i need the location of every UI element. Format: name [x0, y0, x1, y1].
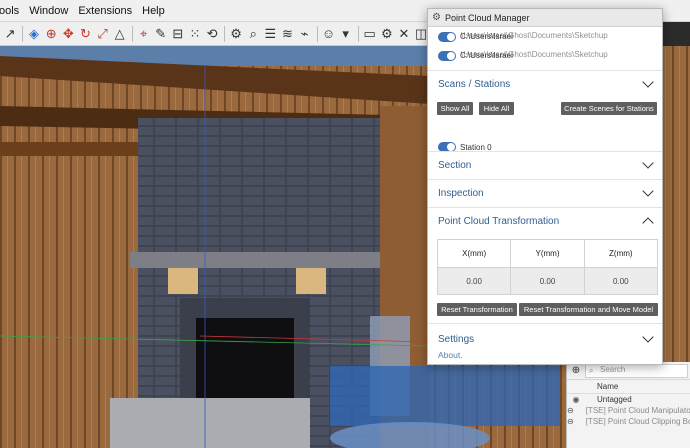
scan-icon[interactable]: ⌁: [297, 24, 313, 43]
pointcloud-path: C:\Users\Israel \Users\Israel\Ghost\Docu…: [460, 50, 658, 62]
section-section[interactable]: Section: [428, 153, 662, 177]
pin-icon[interactable]: ⌖: [136, 24, 152, 43]
divider: [428, 207, 662, 208]
pointcloud-visibility-toggle[interactable]: [438, 32, 456, 42]
transform-header-x: X(mm): [436, 239, 512, 268]
dialog-title: Point Cloud Manager: [444, 12, 530, 23]
tag-label: [TSE] Point Cloud Clipping Box: [585, 417, 690, 426]
menu-window[interactable]: Window: [24, 0, 73, 22]
section-inspection[interactable]: Inspection: [428, 181, 662, 205]
warning-icon[interactable]: △: [112, 24, 128, 43]
user-icon[interactable]: ☺: [321, 24, 337, 43]
show-all-button[interactable]: Show All: [437, 102, 473, 115]
tags-search-input[interactable]: ⌕ Search: [585, 363, 688, 378]
reset-and-move-button[interactable]: Reset Transformation and Move Model: [519, 303, 658, 316]
chevron-down-icon: [642, 76, 654, 88]
pen-icon[interactable]: ✎: [153, 24, 169, 43]
add-tag-icon[interactable]: ⊕: [567, 365, 585, 376]
tags-panel: ⊕ ⌕ Search Name ◉ Untagged ⊖ [TSE] Point…: [566, 362, 690, 448]
menu-help[interactable]: Help: [137, 0, 170, 22]
pointcloud-visibility-toggle[interactable]: [438, 51, 456, 61]
tag-row[interactable]: ⊖ [TSE] Point Cloud Manipulator: [567, 405, 690, 416]
toolbar: ↗ ◈ ⊕ ✥ ↻ ⤢ △ ⌖ ✎ ⊟ ⁙ ⟲ ⚙ ⌕ ☰ ≋ ⌁ ☺ ▾ ▭ …: [0, 22, 430, 46]
about-link[interactable]: About.: [438, 350, 463, 360]
folder-icon[interactable]: ▭: [362, 24, 378, 43]
toolbar-separator: [316, 25, 318, 42]
chevron-down-icon: [642, 157, 654, 169]
chevron-down-icon: [642, 331, 654, 343]
pointcloud-path: C:\Users\Israel \Users\Israel\Ghost\Docu…: [460, 31, 658, 43]
section-transformation-label: Point Cloud Transformation: [438, 215, 560, 227]
ruler-icon[interactable]: ⊟: [170, 24, 186, 43]
toolbar-separator: [131, 25, 133, 42]
chevron-up-icon: [642, 217, 654, 229]
section-settings-label: Settings: [438, 333, 475, 345]
section-scans-label: Scans / Stations: [438, 78, 511, 90]
pointcloud-path-row: C:\Users\Israel \Users\Israel\Ghost\Docu…: [438, 50, 658, 62]
transform-value-y[interactable]: 0.00: [510, 267, 585, 295]
pointcloud-path-row: C:\Users\Israel \Users\Israel\Ghost\Docu…: [438, 31, 658, 43]
section-settings[interactable]: Settings: [428, 327, 662, 351]
pointcloud-path-b: \Users\Israel\Ghost\Documents\Sketchup: [461, 31, 608, 40]
rotate-icon[interactable]: ↻: [77, 24, 93, 43]
section-section-label: Section: [438, 159, 472, 171]
reset-transformation-button[interactable]: Reset Transformation: [437, 303, 517, 316]
eye-icon[interactable]: ⊖: [567, 405, 574, 416]
eye-icon[interactable]: ⊖: [567, 416, 574, 427]
close-icon[interactable]: ✕: [396, 24, 412, 43]
pointcloud-path-b: \Users\Israel\Ghost\Documents\Sketchup: [461, 50, 608, 59]
toolbar-separator: [22, 25, 23, 42]
divider: [428, 151, 662, 152]
menu-extensions[interactable]: Extensions: [73, 0, 137, 22]
transform-header-y: Y(mm): [510, 239, 585, 268]
select-icon[interactable]: ↗: [2, 24, 18, 43]
tags-search-placeholder: Search: [600, 364, 626, 374]
eye-icon[interactable]: ◉: [567, 394, 585, 405]
divider: [428, 70, 662, 71]
point-cloud-manager-dialog: ⚙ Point Cloud Manager C:\Users\Israel \U…: [427, 8, 663, 365]
hide-all-button[interactable]: Hide All: [479, 102, 514, 115]
tags-column-name[interactable]: Name: [567, 380, 690, 394]
transform-value-z[interactable]: 0.00: [583, 267, 659, 295]
transform-header-z: Z(mm): [583, 239, 659, 268]
toolbar-separator: [224, 25, 226, 42]
orbit-icon[interactable]: ◈: [26, 24, 42, 43]
transform-value-x[interactable]: 0.00: [436, 267, 512, 295]
chevron-down-icon: [642, 185, 654, 197]
settings-icon[interactable]: ⚙: [379, 24, 395, 43]
move-icon[interactable]: ✥: [60, 24, 76, 43]
tag-row[interactable]: ◉ Untagged: [567, 394, 690, 405]
tag-row[interactable]: ⊖ [TSE] Point Cloud Clipping Box: [567, 416, 690, 427]
tag-label: [TSE] Point Cloud Manipulator: [585, 406, 690, 415]
search-icon[interactable]: ⌕: [245, 24, 261, 43]
zoom-icon[interactable]: ⊕: [43, 24, 59, 43]
transformation-table: X(mm) Y(mm) Z(mm) 0.00 0.00 0.00: [436, 239, 659, 295]
create-scenes-button[interactable]: Create Scenes for Stations: [561, 102, 657, 115]
menu-tools[interactable]: ools: [0, 0, 24, 22]
gear-icon[interactable]: ⚙: [228, 24, 244, 43]
search-icon: ⌕: [589, 365, 594, 375]
dialog-body: C:\Users\Israel \Users\Israel\Ghost\Docu…: [428, 27, 662, 364]
grid-icon[interactable]: ⁙: [187, 24, 203, 43]
section-scans-stations[interactable]: Scans / Stations: [428, 72, 662, 96]
divider: [428, 179, 662, 180]
walk-icon[interactable]: ☰: [262, 24, 278, 43]
dialog-title-bar[interactable]: ⚙ Point Cloud Manager: [428, 9, 662, 27]
toolbar-separator: [357, 25, 359, 42]
dropdown-icon[interactable]: ▾: [338, 24, 354, 43]
tag-label: Untagged: [597, 395, 632, 404]
sync-icon[interactable]: ⟲: [204, 24, 220, 43]
section-transformation[interactable]: Point Cloud Transformation: [428, 209, 662, 233]
scale-icon[interactable]: ⤢: [94, 24, 110, 43]
section-inspection-label: Inspection: [438, 187, 484, 199]
divider: [428, 323, 662, 324]
gear-icon: ⚙: [432, 12, 441, 23]
layers-icon[interactable]: ≋: [279, 24, 295, 43]
